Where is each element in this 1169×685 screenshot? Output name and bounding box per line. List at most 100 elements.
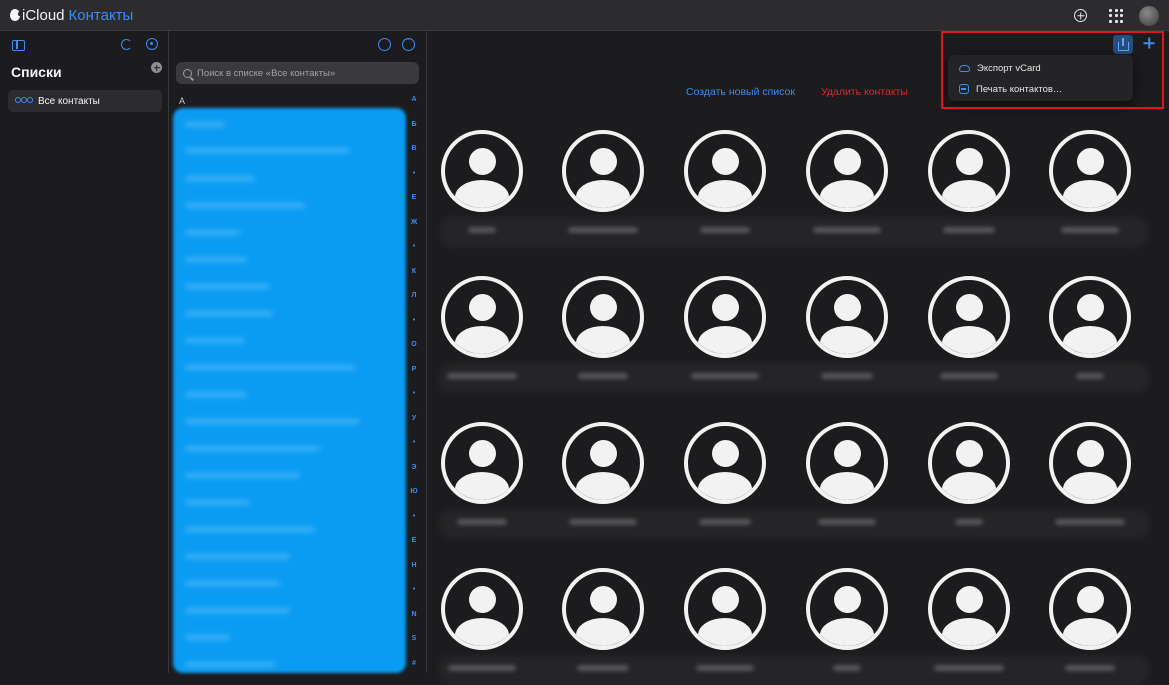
contact-card[interactable]	[1049, 276, 1135, 358]
alpha-index-letter[interactable]: H	[411, 561, 416, 586]
contact-name-redacted	[699, 519, 751, 525]
contact-card[interactable]	[684, 276, 770, 358]
sidebar-item-all-contacts[interactable]: Все контакты	[8, 90, 162, 112]
contact-name-redacted	[468, 227, 496, 233]
contact-card[interactable]	[441, 130, 527, 212]
alpha-index-letter[interactable]: Ж	[411, 218, 417, 243]
sort-icon[interactable]	[378, 38, 391, 51]
contact-name-redacted	[934, 665, 1004, 671]
contact-name-row-redacted	[439, 363, 1149, 393]
contact-name-redacted	[447, 373, 517, 379]
brand-name: iCloud	[22, 6, 65, 24]
person-placeholder-icon	[1049, 130, 1131, 212]
person-placeholder-icon	[684, 276, 766, 358]
contact-name-redacted	[1055, 519, 1125, 525]
contact-card[interactable]	[441, 276, 527, 358]
alpha-index-letter[interactable]: #	[412, 659, 416, 684]
contact-card[interactable]	[441, 568, 527, 650]
person-placeholder-icon	[441, 422, 523, 504]
contact-name-redacted	[457, 519, 507, 525]
contact-name-row-redacted	[439, 509, 1149, 539]
search-field[interactable]	[176, 62, 419, 84]
contact-name-redacted	[940, 373, 998, 379]
alpha-index-letter[interactable]: •	[413, 316, 415, 341]
more-options-icon[interactable]	[402, 34, 415, 51]
contact-card[interactable]	[928, 422, 1014, 504]
person-placeholder-icon	[684, 568, 766, 650]
contact-card[interactable]	[1049, 568, 1135, 650]
contact-card[interactable]	[441, 422, 527, 504]
alpha-index-letter[interactable]: Р	[412, 365, 417, 390]
alpha-index-letter[interactable]: •	[413, 585, 415, 610]
alpha-index-letter[interactable]: S	[412, 634, 417, 659]
sidebar-item-label: Все контакты	[38, 95, 100, 107]
contact-card[interactable]	[684, 422, 770, 504]
plus-circle-icon[interactable]	[1074, 9, 1087, 22]
contact-card[interactable]	[1049, 422, 1135, 504]
person-placeholder-icon	[562, 276, 644, 358]
alpha-index-letter[interactable]: •	[413, 169, 415, 194]
contact-card[interactable]	[562, 276, 648, 358]
contact-name-redacted	[821, 373, 873, 379]
contact-card[interactable]	[928, 130, 1014, 212]
alpha-index-letter[interactable]: К	[412, 267, 416, 292]
sidebar-toggle-icon[interactable]	[12, 40, 25, 51]
alpha-index-letter[interactable]: Б	[411, 120, 416, 145]
contact-card[interactable]	[562, 422, 648, 504]
alpha-index-letter[interactable]: В	[411, 144, 416, 169]
contact-name-redacted	[943, 227, 995, 233]
alpha-index-letter[interactable]: А	[411, 95, 416, 120]
contact-card[interactable]	[806, 130, 892, 212]
person-placeholder-icon	[928, 130, 1010, 212]
contact-name-redacted	[813, 227, 881, 233]
create-list-link[interactable]: Создать новый список	[686, 86, 795, 98]
contact-name-redacted	[1065, 665, 1115, 671]
contact-name-redacted	[691, 373, 759, 379]
main-contacts-area: Создать новый список Удалить контакты Эк…	[427, 31, 1169, 685]
alpha-index-letter[interactable]: О	[411, 340, 416, 365]
alpha-index-letter[interactable]: E	[412, 536, 417, 561]
contact-card[interactable]	[806, 568, 892, 650]
apps-grid-icon[interactable]	[1109, 8, 1123, 23]
contact-card[interactable]	[806, 422, 892, 504]
alpha-index-letter[interactable]: Ю	[410, 487, 417, 512]
contact-card[interactable]	[684, 568, 770, 650]
alpha-index-letter[interactable]: •	[413, 438, 415, 463]
contact-card[interactable]	[562, 130, 648, 212]
contact-name-redacted	[577, 665, 629, 671]
contact-card[interactable]	[806, 276, 892, 358]
settings-icon[interactable]	[146, 38, 158, 50]
icloud-brand[interactable]: iCloud Контакты	[10, 7, 133, 24]
contact-name-redacted	[1061, 227, 1119, 233]
alpha-index-letter[interactable]: У	[412, 414, 416, 439]
search-input[interactable]	[197, 67, 407, 79]
person-placeholder-icon	[684, 130, 766, 212]
person-placeholder-icon	[806, 568, 888, 650]
alphabet-index[interactable]: А Б В • Е Ж • К Л • О Р • У • Э Ю • E H • N S #	[407, 95, 421, 683]
alpha-index-letter[interactable]: •	[413, 512, 415, 537]
contact-card[interactable]	[562, 568, 648, 650]
refresh-icon[interactable]	[121, 39, 132, 50]
alpha-index-letter[interactable]: •	[413, 242, 415, 267]
person-placeholder-icon	[1049, 276, 1131, 358]
contact-name-redacted	[569, 519, 637, 525]
person-placeholder-icon	[806, 276, 888, 358]
add-list-icon[interactable]	[151, 62, 162, 73]
account-avatar[interactable]	[1139, 5, 1159, 26]
apple-logo-icon	[10, 9, 21, 21]
contact-card[interactable]	[684, 130, 770, 212]
contact-card[interactable]	[1049, 130, 1135, 212]
alpha-index-letter[interactable]: Э	[412, 463, 417, 488]
delete-contacts-link[interactable]: Удалить контакты	[821, 86, 908, 98]
person-placeholder-icon	[441, 276, 523, 358]
contact-name-redacted	[818, 519, 876, 525]
contact-card[interactable]	[928, 568, 1014, 650]
contact-name-redacted	[448, 665, 516, 671]
person-placeholder-icon	[562, 568, 644, 650]
alpha-index-letter[interactable]: •	[413, 389, 415, 414]
contact-card[interactable]	[928, 276, 1014, 358]
alpha-index-letter[interactable]: Л	[412, 291, 417, 316]
alpha-index-letter[interactable]: N	[411, 610, 416, 635]
alpha-index-letter[interactable]: Е	[412, 193, 417, 218]
person-placeholder-icon	[1049, 422, 1131, 504]
